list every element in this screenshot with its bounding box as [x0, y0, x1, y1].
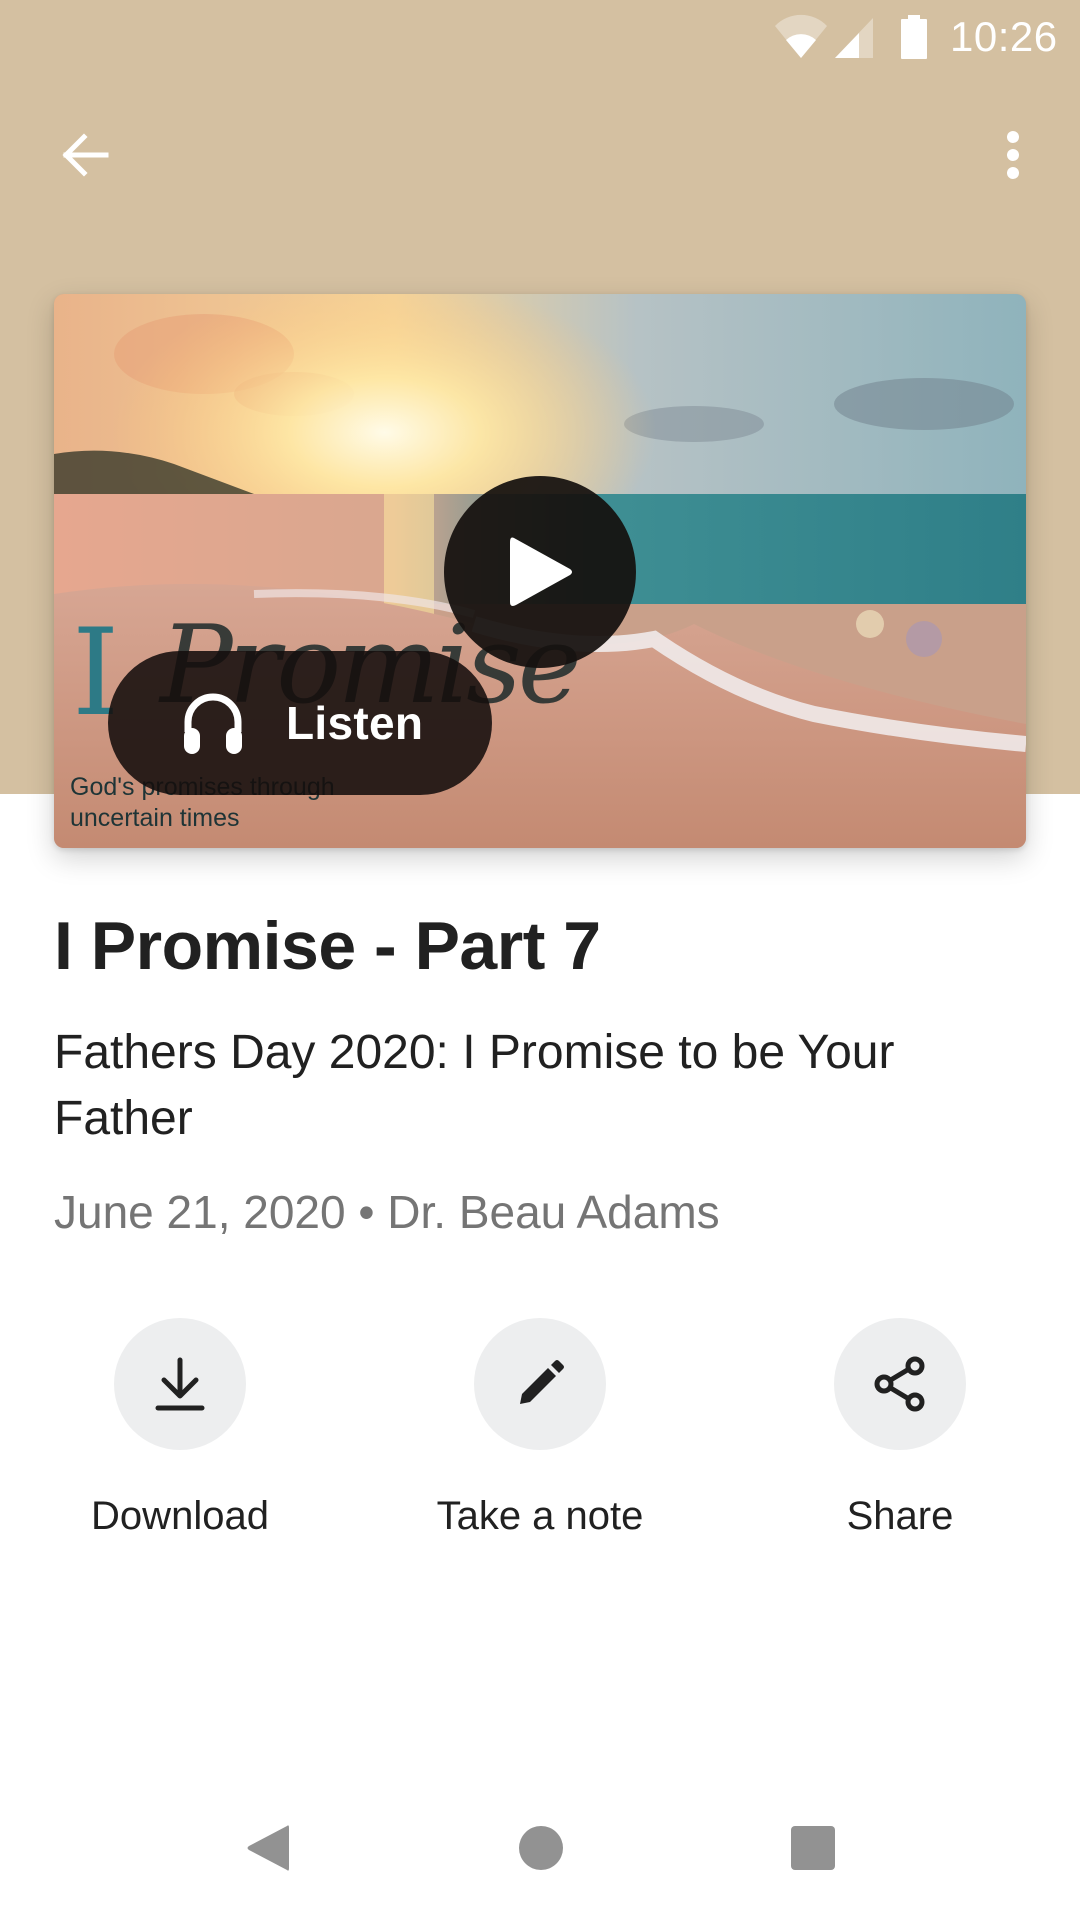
sermon-speaker: Dr. Beau Adams — [387, 1186, 720, 1238]
more-options-button[interactable] — [965, 107, 1061, 203]
play-button[interactable] — [444, 476, 636, 668]
wifi-icon — [775, 14, 827, 59]
nav-back-icon — [247, 1825, 289, 1871]
sermon-detail-screen: 10:26 I God's uncertain times Listen I P… — [0, 0, 1080, 1920]
nav-home-icon — [519, 1826, 563, 1870]
share-icon — [874, 1356, 925, 1412]
battery-icon — [901, 15, 927, 59]
meta-separator: • — [358, 1186, 375, 1238]
download-circle — [114, 1318, 246, 1450]
back-button[interactable] — [36, 107, 132, 203]
media-card: I Promise God's promises through uncerta… — [54, 294, 1026, 848]
sermon-subtitle: Fathers Day 2020: I Promise to be Your F… — [54, 1026, 895, 1145]
pencil-icon — [520, 1360, 564, 1404]
sermon-meta: June 21, 2020 • Dr. Beau Adams — [54, 1182, 720, 1242]
nav-home-button[interactable] — [493, 1800, 589, 1896]
share-circle — [834, 1318, 966, 1450]
more-vertical-icon — [1007, 131, 1019, 179]
status-time: 10:26 — [950, 13, 1058, 60]
take-note-circle — [474, 1318, 606, 1450]
nav-recents-icon — [791, 1826, 835, 1870]
share-label: Share — [846, 1494, 954, 1538]
play-icon — [510, 537, 572, 606]
listen-label: Listen — [286, 697, 424, 749]
share-button[interactable]: Share — [750, 1318, 1050, 1548]
signal-icon — [835, 18, 873, 58]
listen-button[interactable]: Listen — [108, 651, 492, 795]
download-button[interactable]: Download — [30, 1318, 330, 1548]
nav-recents-button[interactable] — [765, 1800, 861, 1896]
sermon-date: June 21, 2020 — [54, 1186, 346, 1238]
sermon-title: I Promise - Part 7 — [54, 908, 601, 984]
nav-back-button[interactable] — [220, 1800, 316, 1896]
download-icon — [155, 1357, 205, 1411]
headphones-icon — [184, 693, 242, 754]
arrow-left-icon — [62, 133, 109, 177]
take-note-label: Take a note — [436, 1494, 644, 1538]
status-bar: 10:26 — [0, 0, 1080, 76]
download-label: Download — [91, 1494, 269, 1538]
system-nav-bar — [0, 1776, 1080, 1920]
take-note-button[interactable]: Take a note — [390, 1318, 690, 1548]
